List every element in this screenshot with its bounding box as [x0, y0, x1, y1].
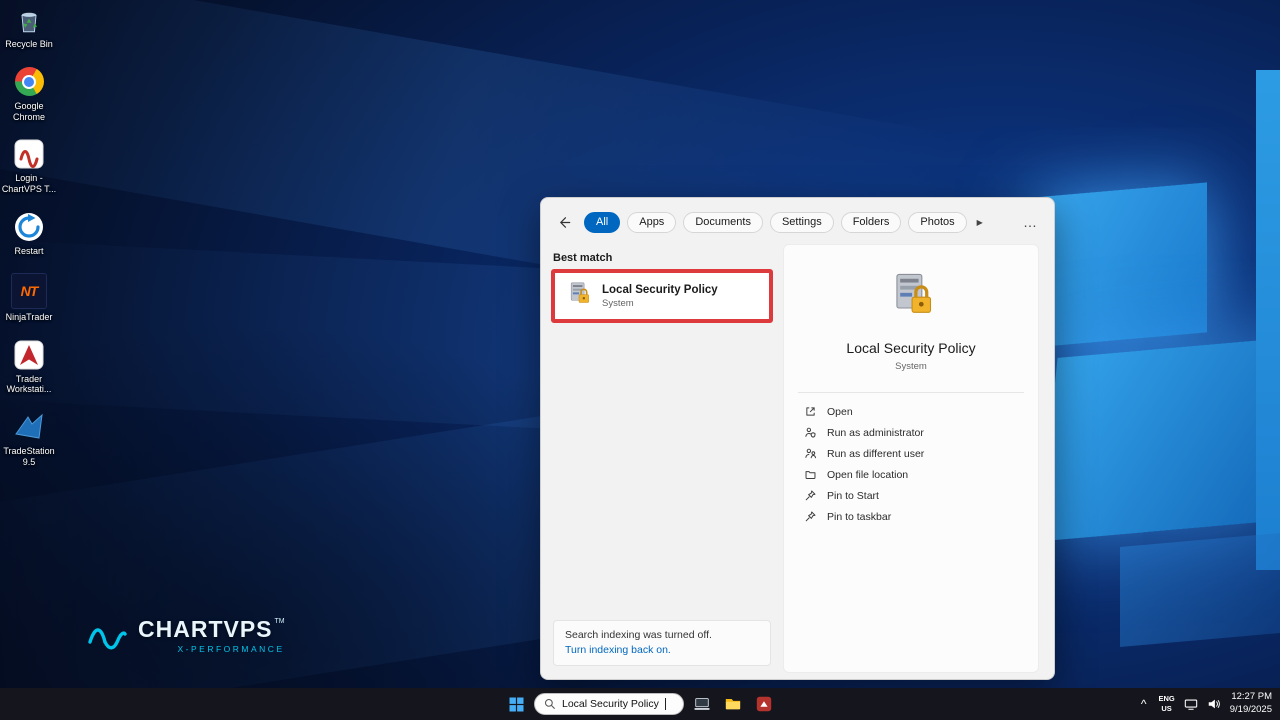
volume-icon[interactable]	[1207, 697, 1221, 711]
search-tabs-bar: All Apps Documents Settings Folders Phot…	[541, 198, 1054, 244]
icon-label: NinjaTrader	[5, 311, 53, 322]
indexing-link[interactable]: Turn indexing back on.	[565, 643, 759, 658]
chrome-icon	[13, 66, 45, 98]
indexing-message: Search indexing was turned off.	[565, 628, 712, 641]
windows-search-flyout: All Apps Documents Settings Folders Phot…	[540, 197, 1055, 680]
action-run-as-administrator[interactable]: Run as administrator	[784, 422, 1038, 443]
preview-panel: Local Security Policy System Open Run as…	[783, 244, 1039, 673]
run-as-different-user-icon	[805, 448, 817, 459]
tab-apps[interactable]: Apps	[627, 211, 677, 233]
start-button[interactable]	[503, 691, 529, 717]
trader-workstation-icon	[13, 339, 45, 371]
language-indicator[interactable]: ENG US	[1158, 694, 1174, 714]
icon-label: TradeStation 9.5	[3, 446, 55, 467]
ninjatrader-monogram: NT	[20, 282, 39, 299]
taskbar-app-file-explorer-icon[interactable]	[720, 691, 746, 717]
desktop-icon-trader-workstation[interactable]: Trader Workstati...	[1, 339, 57, 396]
highlight-annotation-box: Local Security Policy System	[551, 269, 773, 323]
action-label: Open	[827, 405, 853, 418]
icon-label: Trader Workstati...	[6, 373, 52, 395]
desktop-icon-login-chartvps[interactable]: Login - ChartVPS T...	[1, 138, 57, 195]
action-open-file-location[interactable]: Open file location	[784, 464, 1038, 485]
language-line1: ENG	[1158, 694, 1175, 704]
action-label: Pin to Start	[827, 489, 879, 502]
pin-icon	[805, 511, 816, 522]
context-actions: Open Run as administrator Run as differe…	[784, 398, 1038, 527]
system-tray: ^ ENG US 12:27 PM 9/19/2025	[1138, 688, 1272, 720]
desktop-icon-restart[interactable]: Restart	[1, 211, 57, 257]
taskbar: Local Security Policy ^ ENG US 12:27 PM …	[0, 688, 1280, 720]
taskbar-search-box[interactable]: Local Security Policy	[534, 693, 684, 715]
action-label: Pin to taskbar	[827, 510, 892, 523]
taskbar-search-text: Local Security Policy	[562, 698, 659, 710]
local-security-policy-large-icon	[885, 273, 937, 325]
icon-label: Login - ChartVPS T...	[1, 173, 57, 195]
result-title: Local Security Policy	[602, 283, 718, 296]
brand-name: CHARTVPS	[138, 616, 273, 642]
clock-time: 12:27 PM	[1231, 691, 1272, 703]
tradestation-icon	[13, 411, 45, 443]
icon-label: Restart	[14, 245, 44, 256]
best-match-heading: Best match	[553, 252, 613, 264]
tray-expand-icon[interactable]: ^	[1138, 697, 1150, 711]
desktop-icon-google-chrome[interactable]: Google Chrome	[1, 66, 57, 123]
action-open[interactable]: Open	[784, 401, 1038, 422]
action-label: Open file location	[827, 468, 909, 481]
desktop-icon-tradestation[interactable]: TradeStation 9.5	[1, 411, 57, 468]
taskbar-app-tradestation-icon[interactable]	[751, 691, 777, 717]
network-icon[interactable]	[1184, 697, 1198, 711]
icon-label: Google Chrome	[12, 100, 45, 122]
tabs-overflow-icon[interactable]: ▶	[974, 218, 986, 227]
chartvps-logo: CHARTVPS TM X-PERFORMANCE	[86, 616, 285, 654]
more-options-icon[interactable]: …	[1023, 214, 1038, 230]
open-icon	[806, 407, 815, 416]
search-icon	[544, 698, 555, 709]
brand-tagline: X-PERFORMANCE	[177, 644, 285, 654]
tab-documents[interactable]: Documents	[683, 211, 763, 233]
action-pin-to-start[interactable]: Pin to Start	[784, 485, 1038, 506]
folder-icon	[805, 471, 816, 479]
chartvps-mark-icon	[88, 628, 127, 650]
recycle-bin-icon	[13, 4, 45, 36]
indexing-notice: Search indexing was turned off. Turn ind…	[553, 619, 771, 666]
tab-all[interactable]: All	[584, 211, 621, 233]
preview-subtitle: System	[895, 361, 927, 372]
ninjatrader-icon: NT	[11, 272, 47, 309]
taskbar-clock[interactable]: 12:27 PM 9/19/2025	[1230, 691, 1272, 717]
clock-date: 9/19/2025	[1229, 704, 1272, 715]
search-filter-tabs: All Apps Documents Settings Folders Phot…	[584, 211, 1023, 233]
taskbar-app-desktop-icon[interactable]	[689, 691, 715, 717]
action-label: Run as administrator	[827, 426, 924, 439]
desktop-icon-recycle-bin[interactable]: Recycle Bin	[1, 4, 57, 50]
tab-settings[interactable]: Settings	[769, 211, 834, 233]
text-cursor	[664, 698, 666, 710]
back-icon[interactable]	[557, 215, 572, 230]
tab-photos[interactable]: Photos	[908, 211, 967, 233]
windows-logo-icon	[509, 697, 523, 711]
desktop-icons: Recycle Bin Google Chrome Login - ChartV…	[0, 4, 58, 468]
action-label: Run as different user	[827, 447, 925, 460]
action-run-as-different-user[interactable]: Run as different user	[784, 443, 1038, 464]
icon-label: Recycle Bin	[5, 39, 53, 49]
action-pin-to-taskbar[interactable]: Pin to taskbar	[784, 506, 1038, 527]
result-subtitle: System	[602, 297, 634, 309]
restart-icon	[13, 211, 45, 243]
local-security-policy-icon	[565, 280, 592, 312]
preview-title: Local Security Policy	[846, 340, 976, 356]
tab-folders[interactable]: Folders	[840, 211, 902, 233]
pin-icon	[805, 490, 816, 501]
search-results-pane: Best match Local Security Policy System …	[541, 244, 783, 679]
desktop-icon-ninjatrader[interactable]: NT NinjaTrader	[1, 272, 57, 323]
chartvps-login-icon	[13, 138, 45, 170]
search-result-local-security-policy[interactable]: Local Security Policy System	[555, 273, 769, 319]
brand-trademark: TM	[274, 618, 285, 625]
run-as-admin-icon	[805, 427, 816, 438]
language-line2: US	[1161, 704, 1172, 713]
divider	[798, 392, 1024, 393]
